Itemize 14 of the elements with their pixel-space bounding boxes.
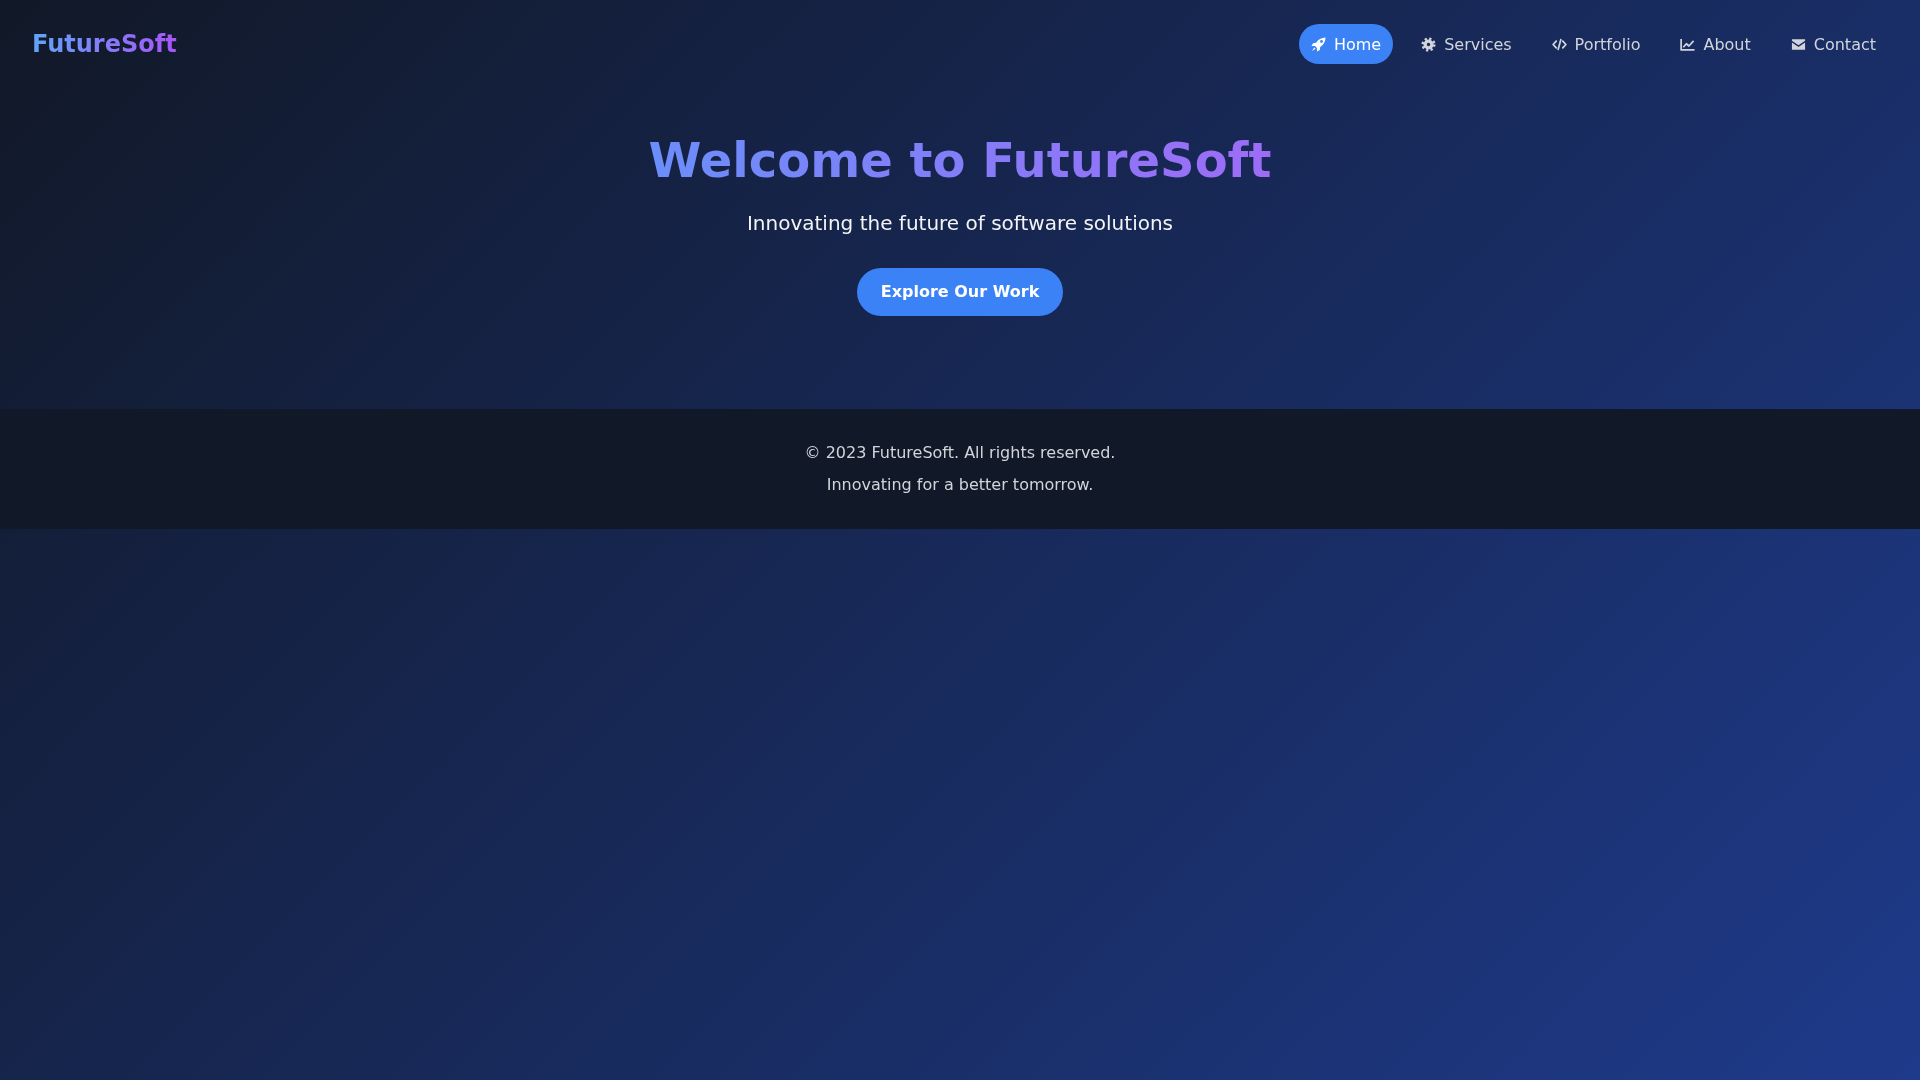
footer-text: Innovating for a better tomorrow. [826, 473, 1094, 496]
line-chart-icon [1680, 36, 1696, 52]
nav-tab[interactable]: Services [1409, 24, 1524, 64]
hero-subtitle: Innovating the future of software solutions [746, 209, 1174, 237]
nav-tab[interactable]: Contact [1778, 24, 1888, 64]
nav-tab[interactable]: Home [1298, 24, 1394, 64]
footer-text: © 2023 FutureSoft. All rights reserved. [804, 441, 1116, 464]
explore-button[interactable]: Explore Our Work [856, 267, 1064, 316]
code-icon [1551, 36, 1567, 52]
nav-tab[interactable]: About [1668, 24, 1763, 64]
nav-tab[interactable]: Portfolio [1539, 24, 1653, 64]
rocket-icon [1310, 36, 1326, 52]
envelope-icon [1790, 36, 1806, 52]
gear-icon [1421, 36, 1437, 52]
